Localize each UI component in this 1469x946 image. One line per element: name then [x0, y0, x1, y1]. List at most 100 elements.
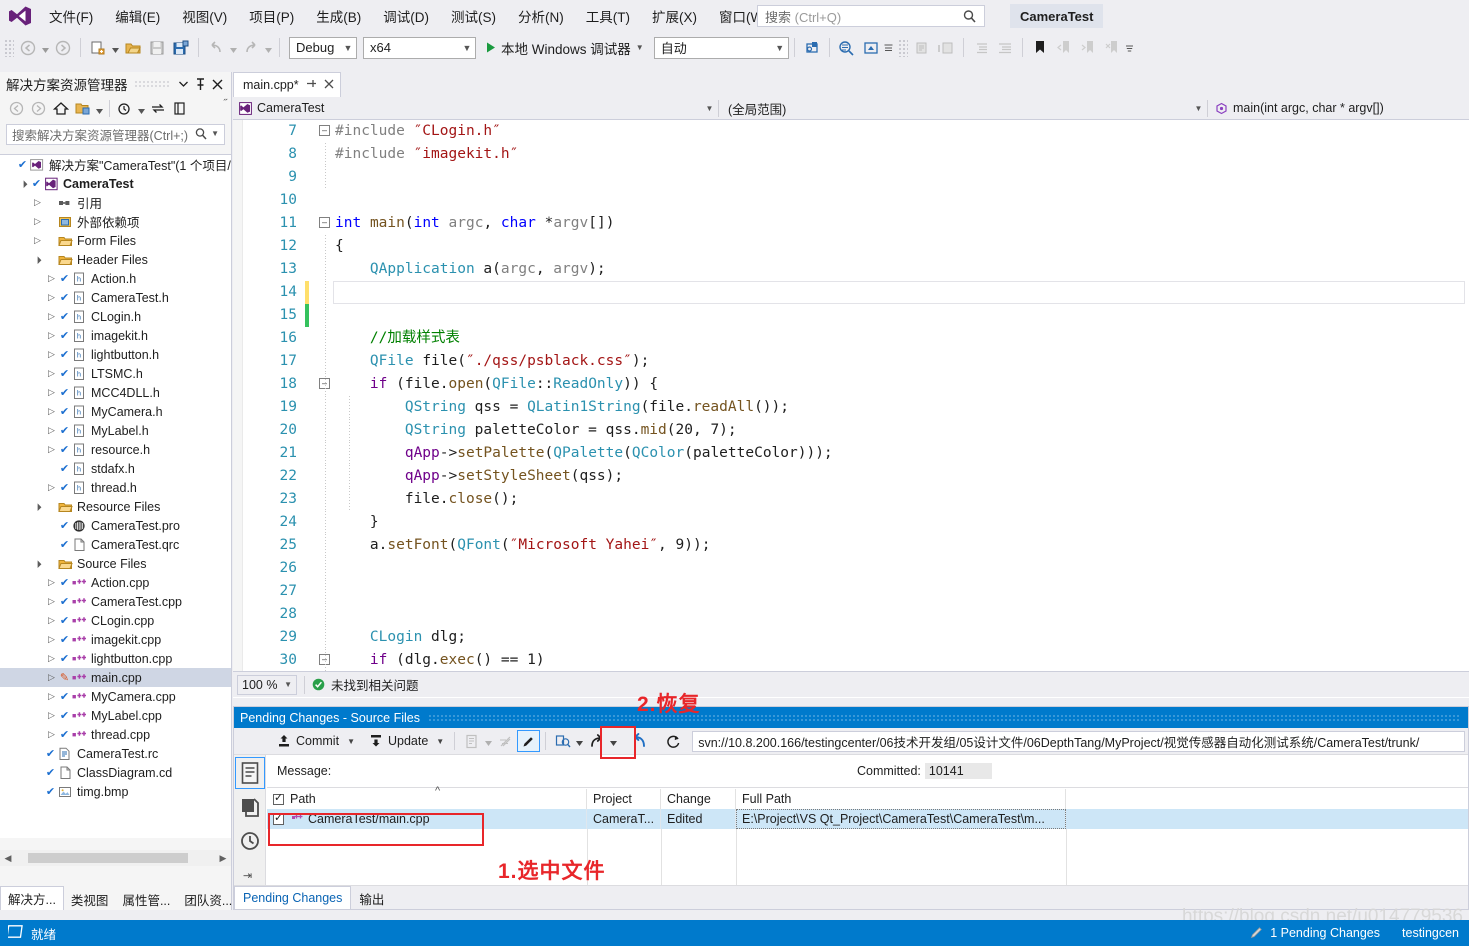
redo-dropdown-icon[interactable] — [263, 37, 274, 59]
panel-drag-dots[interactable] — [428, 714, 1460, 722]
se-tab-属性管[interactable]: 属性管... — [115, 888, 177, 910]
tree-expander-icon[interactable]: ◢ — [30, 252, 45, 267]
pending-changes-status[interactable]: 1 Pending Changes — [1250, 925, 1380, 942]
show-log-button[interactable] — [460, 730, 483, 752]
tree-node-action.h[interactable]: ▷✔hAction.h — [0, 269, 231, 288]
tree-node-resourcefiles[interactable]: ◢Resource Files — [0, 497, 231, 516]
tree-node-stdafx.h[interactable]: ✔hstdafx.h — [0, 459, 231, 478]
tree-node-action.cpp[interactable]: ▷✔Action.cpp — [0, 573, 231, 592]
search-dropdown-icon[interactable]: ▼ — [211, 129, 219, 138]
menu-tools[interactable]: 工具(T) — [575, 2, 641, 30]
changes-view-button[interactable] — [235, 791, 265, 823]
menu-view[interactable]: 视图(V) — [171, 2, 238, 30]
se-tab-类视图[interactable]: 类视图 — [64, 888, 116, 910]
solution-explorer-horizontal-scrollbar[interactable]: ◀ ▶ — [0, 850, 231, 866]
code-line[interactable]: 10 — [233, 189, 1469, 212]
column-header-full-path[interactable]: Full Path — [736, 789, 1066, 809]
toolbar-overflow-icon[interactable] — [1124, 37, 1135, 59]
code-editor[interactable]: 7–#include ″CLogin.h″8#include ″imagekit… — [233, 120, 1469, 671]
select-all-checkbox[interactable] — [273, 794, 284, 805]
tree-expander-icon[interactable]: ▷ — [45, 634, 58, 645]
column-header-path[interactable]: Path ^ — [267, 789, 587, 809]
code-line[interactable]: 14 — [233, 281, 1469, 304]
code-line[interactable]: 22 qApp->setStyleSheet(qss); — [233, 465, 1469, 488]
row-path-cell[interactable]: CameraTest/main.cpp — [267, 809, 587, 829]
tree-expander-icon[interactable]: ▷ — [45, 444, 58, 455]
tree-expander-icon[interactable]: ▷ — [45, 406, 58, 417]
menu-build[interactable]: 生成(B) — [305, 2, 372, 30]
nav-project-combo[interactable]: CameraTest ▼ — [233, 98, 718, 119]
document-tab-main-cpp[interactable]: main.cpp* — [233, 72, 341, 97]
tree-expander-icon[interactable]: ◢ — [16, 176, 31, 191]
tree-node-classdiagram.cd[interactable]: ✔ClassDiagram.cd — [0, 763, 231, 782]
save-button[interactable] — [146, 37, 168, 59]
forward-button[interactable] — [28, 98, 49, 119]
tree-node-ltsmc.h[interactable]: ▷✔hLTSMC.h — [0, 364, 231, 383]
navigate-back-dropdown-icon[interactable] — [40, 37, 51, 59]
open-file-button[interactable] — [122, 37, 144, 59]
scroll-right-icon[interactable]: ▶ — [215, 853, 231, 864]
tree-expander-icon[interactable]: ▷ — [45, 596, 58, 607]
uncomment-selection-button[interactable] — [935, 37, 957, 59]
previous-bookmark-button[interactable] — [1053, 37, 1075, 59]
redo-action-button[interactable] — [585, 730, 608, 752]
tree-expander-icon[interactable]: ◢ — [30, 499, 45, 514]
bottom-tab-pendingchanges[interactable]: Pending Changes — [234, 886, 351, 909]
message-view-button[interactable] — [235, 757, 265, 789]
tree-expander-icon[interactable]: ▷ — [31, 197, 44, 208]
code-line[interactable]: 24 } — [233, 511, 1469, 534]
panel-drag-dots[interactable] — [134, 80, 170, 88]
tree-node-sourcefiles[interactable]: ◢Source Files — [0, 554, 231, 573]
nav-scope-combo[interactable]: (全局范围) ▼ — [719, 98, 1207, 119]
revert-button[interactable] — [628, 730, 651, 752]
tree-node-[interactable]: ▷引用 — [0, 193, 231, 212]
tree-expander-icon[interactable]: ▷ — [45, 729, 58, 740]
scroll-thumb[interactable] — [28, 853, 188, 863]
tree-node-cameratest.h[interactable]: ▷✔hCameraTest.h — [0, 288, 231, 307]
tree-expander-icon[interactable]: ▷ — [45, 710, 58, 721]
project-chip[interactable]: CameraTest — [1010, 4, 1103, 28]
update-button[interactable]: Update ▼ — [364, 730, 449, 752]
column-header-project[interactable]: Project — [587, 789, 661, 809]
edit-conflict-button[interactable] — [517, 730, 540, 752]
navigate-forward-button[interactable] — [52, 37, 74, 59]
blame-button[interactable] — [494, 730, 517, 752]
column-header-change[interactable]: Change — [661, 789, 736, 809]
navigate-back-button[interactable] — [17, 37, 39, 59]
tree-expander-icon[interactable]: ▷ — [45, 482, 58, 493]
tree-node-thread.cpp[interactable]: ▷✔thread.cpp — [0, 725, 231, 744]
tree-node-cameratest.cpp[interactable]: ▷✔CameraTest.cpp — [0, 592, 231, 611]
tree-expander-icon[interactable]: ▷ — [31, 235, 44, 246]
tree-expander-icon[interactable]: ▷ — [45, 615, 58, 626]
pending-changes-filter-icon[interactable] — [114, 98, 135, 119]
properties-window-icon[interactable] — [169, 98, 190, 119]
undo-dropdown-icon[interactable] — [228, 37, 239, 59]
scroll-track[interactable] — [16, 850, 215, 866]
tree-node-lightbutton.h[interactable]: ▷✔hlightbutton.h — [0, 345, 231, 364]
scroll-left-icon[interactable]: ◀ — [0, 853, 16, 864]
row-checkbox[interactable] — [273, 814, 284, 825]
menu-test[interactable]: 测试(S) — [440, 2, 507, 30]
code-line[interactable]: 26 — [233, 557, 1469, 580]
tree-node-headerfiles[interactable]: ◢Header Files — [0, 250, 231, 269]
row-full-path-cell[interactable]: E:\Project\VS Qt_Project\CameraTest\Came… — [736, 809, 1066, 829]
new-project-dropdown-icon[interactable] — [110, 37, 121, 59]
tree-node-mycamera.cpp[interactable]: ▷✔MyCamera.cpp — [0, 687, 231, 706]
code-line[interactable]: 9 — [233, 166, 1469, 189]
code-line[interactable]: 19 QString qss = QLatin1String(file.read… — [233, 396, 1469, 419]
code-line[interactable]: 17 QFile file(″./qss/psblack.css″); — [233, 350, 1469, 373]
decrease-indent-button[interactable] — [970, 37, 992, 59]
pin-icon[interactable] — [192, 75, 209, 93]
tree-expander-icon[interactable]: ▷ — [45, 292, 58, 303]
code-line[interactable]: 12{ — [233, 235, 1469, 258]
code-line[interactable]: 20 QString paletteColor = qss.mid(20, 7)… — [233, 419, 1469, 442]
history-view-button[interactable] — [235, 825, 265, 857]
code-line[interactable]: 28 — [233, 603, 1469, 626]
tree-node-mylabel.cpp[interactable]: ▷✔MyLabel.cpp — [0, 706, 231, 725]
code-line[interactable]: 11–int main(int argc, char *argv[]) — [233, 212, 1469, 235]
tree-expander-icon[interactable]: ▷ — [45, 577, 58, 588]
menu-analyze[interactable]: 分析(N) — [507, 2, 575, 30]
pin-icon[interactable] — [306, 78, 317, 92]
code-line[interactable]: 29 CLogin dlg; — [233, 626, 1469, 649]
live-share-button[interactable] — [801, 37, 823, 59]
